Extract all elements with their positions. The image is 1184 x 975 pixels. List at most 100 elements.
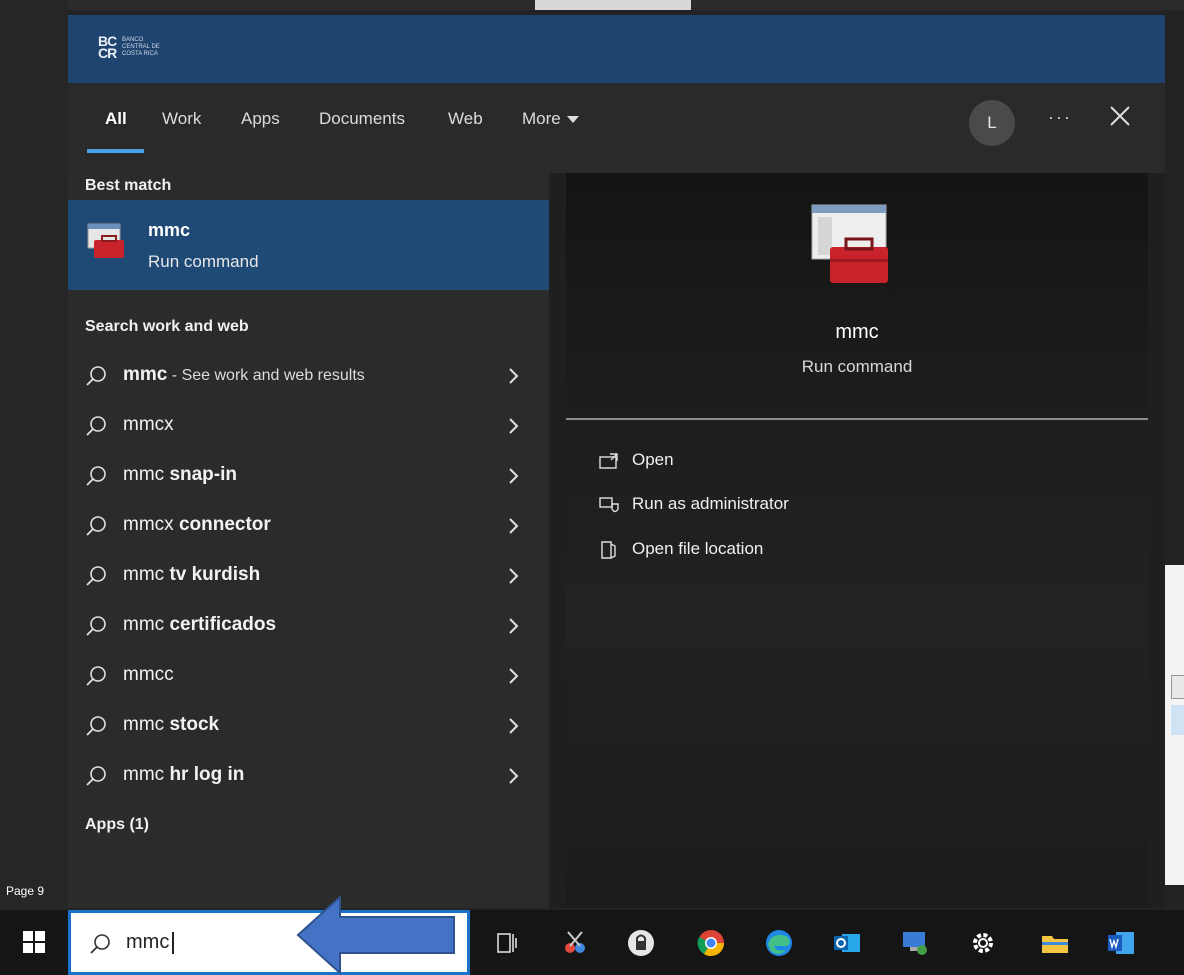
account-avatar[interactable]: L [969,100,1015,146]
search-suggestion[interactable]: mmcc [68,651,549,701]
search-suggestion[interactable]: mmc stock [68,701,549,751]
preview-title: mmc [835,321,879,343]
search-suggestion[interactable]: mmcx connector [68,501,549,551]
tab-work[interactable]: Work [162,109,201,129]
edge-icon[interactable] [764,928,794,958]
search-panel: BC CR BANCO CENTRAL DE COSTA RICA All Wo… [68,15,1165,908]
suggestion-text: mmc [123,614,170,635]
best-match-item[interactable]: mmc Run command [68,200,549,290]
search-suggestion[interactable]: mmc tv kurdish [68,551,549,601]
suggestion-text: mmc [123,764,170,785]
annotation-arrow [296,895,455,975]
text-cursor [172,931,175,954]
desktop-window-edge [535,0,691,10]
mmc-toolbox-icon [87,223,124,258]
search-suggestion[interactable]: mmc certificados [68,601,549,651]
preview-pane: mmc Run command Open Run as administrato… [566,173,1148,908]
suggestion-bold: certificados [169,614,277,635]
suggestion-text: mmcc [123,664,174,685]
tab-documents[interactable]: Documents [319,109,405,129]
search-icon [86,566,106,586]
task-view-icon[interactable] [492,928,522,958]
outlook-icon[interactable] [832,928,862,958]
logo-initials: BC CR [98,33,117,61]
open-action[interactable]: Open [598,450,674,471]
search-icon [90,934,110,954]
search-tabs: All Work Apps Documents Web More L ··· [68,83,1165,173]
suggestion-text: mmc [123,364,168,385]
brand-bar: BC CR BANCO CENTRAL DE COSTA RICA [68,15,1165,83]
suggestion-bold: stock [169,714,220,735]
chevron-right-icon [509,668,519,684]
search-icon [86,466,106,486]
search-icon [86,616,106,636]
caret-down-icon [566,116,579,124]
chrome-icon[interactable] [696,928,726,958]
word-icon[interactable] [1106,928,1136,958]
active-tab-indicator [87,149,144,153]
suggestion-text: mmc [123,714,170,735]
remote-desktop-icon[interactable] [900,928,930,958]
mmc-toolbox-icon [811,204,888,283]
taskbar: mmc [0,910,1184,975]
more-options-icon[interactable]: ··· [1048,107,1072,128]
snipping-tool-icon[interactable] [560,928,590,958]
search-icon [86,416,106,436]
chevron-right-icon [509,518,519,534]
search-suggestion[interactable]: mmc - See work and web results [68,351,549,401]
suggestion-suffix: - See work and web results [167,367,365,384]
best-match-heading: Best match [85,177,172,194]
chevron-right-icon [509,568,519,584]
chevron-right-icon [509,418,519,434]
chevron-right-icon [509,368,519,384]
open-icon [599,452,618,469]
suggestion-bold: tv kurdish [169,564,261,585]
search-suggestion[interactable]: mmc hr log in [68,751,549,801]
suggestion-text: mmc [123,564,170,585]
suggestion-text: mmcx [123,514,179,535]
search-web-heading: Search work and web [85,318,249,335]
tab-all[interactable]: All [105,109,127,129]
chevron-right-icon [509,718,519,734]
apps-heading[interactable]: Apps (1) [85,816,149,834]
search-icon [86,766,106,786]
search-icon [86,666,106,686]
bccr-logo: BC CR BANCO CENTRAL DE COSTA RICA [98,33,166,61]
tab-web[interactable]: Web [448,109,483,129]
run-as-admin-action[interactable]: Run as administrator [598,494,789,515]
tab-more[interactable]: More [522,109,579,129]
shield-run-icon [599,496,619,512]
close-icon[interactable] [1105,101,1135,131]
background-window [1164,565,1184,885]
page-indicator: Page 9 [6,884,45,898]
chevron-right-icon [509,468,519,484]
chevron-right-icon [509,768,519,784]
suggestion-text: mmc [123,464,170,485]
preview-subtitle: Run command [801,357,913,376]
windows-start-icon[interactable] [22,930,46,954]
search-suggestion[interactable]: mmc snap-in [68,451,549,501]
file-explorer-icon[interactable] [1040,928,1070,958]
open-file-location-label: Open file location [632,539,764,558]
search-value: mmc [126,931,170,953]
best-match-subtitle: Run command [148,252,259,271]
search-suggestion[interactable]: mmcx [68,401,549,451]
suggestion-bold: snap-in [169,464,237,485]
chevron-right-icon [509,618,519,634]
lock-app-icon[interactable] [626,928,656,958]
folder-location-icon [601,540,616,559]
search-icon [86,516,106,536]
desktop-left-area [0,0,68,910]
search-icon [86,366,106,386]
tab-apps[interactable]: Apps [241,109,280,129]
open-label: Open [632,450,674,469]
open-file-location-action[interactable]: Open file location [598,539,763,560]
run-as-admin-label: Run as administrator [632,494,789,513]
settings-icon[interactable] [968,928,998,958]
results-list: Best match mmc Run command Search work a… [68,173,549,908]
suggestion-bold: connector [178,514,271,535]
tab-more-label: More [522,109,561,128]
preview-divider [566,418,1148,420]
search-icon [86,716,106,736]
suggestion-bold: hr log in [169,764,245,785]
